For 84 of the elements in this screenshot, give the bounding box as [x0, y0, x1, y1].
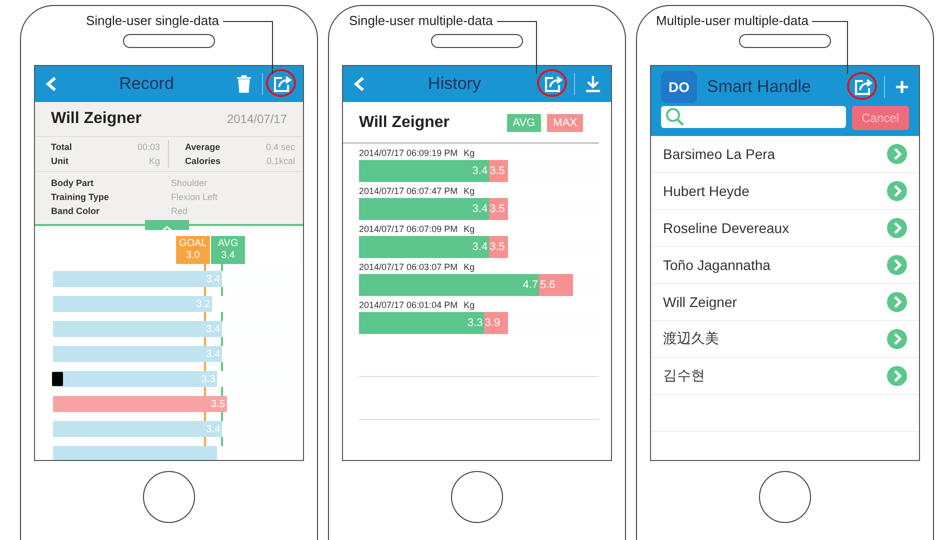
unit-label: Kg	[464, 224, 475, 234]
rep-bar: 3.4	[53, 346, 222, 362]
user-name: Will Zeigner	[359, 114, 450, 132]
legend-tag: AVG	[506, 114, 542, 132]
stat-value: 0.1kcal	[266, 156, 295, 166]
average-bar: 3.3	[359, 312, 484, 334]
session-time: 2014/07/17 06:07:09 PM	[359, 224, 458, 234]
user-row[interactable]: Barsimeo La Pera	[651, 136, 919, 173]
session-time: 2014/07/17 06:01:04 PM	[359, 300, 458, 310]
share-icon[interactable]	[544, 75, 564, 93]
unit-label: Kg	[464, 148, 475, 158]
user-row[interactable]: 渡辺久美	[651, 321, 919, 358]
trash-icon[interactable]	[236, 75, 252, 93]
average-bar: 3.4	[359, 160, 489, 182]
unit-label: Kg	[464, 300, 475, 310]
screen-title: History	[427, 74, 482, 94]
screen-title: Record	[118, 74, 175, 94]
leader-line	[496, 21, 537, 74]
search-field[interactable]	[661, 106, 846, 128]
stat-label: Unit	[51, 156, 68, 166]
marker-label: GOAL 3.0	[176, 236, 210, 264]
detail-value: Red	[171, 206, 189, 216]
unit-label: Kg	[464, 186, 475, 196]
marker-label: AVG 3.4	[211, 236, 246, 264]
home-button[interactable]	[143, 471, 195, 523]
chevron-circle-icon	[887, 255, 907, 275]
rep-bar: 3.4	[53, 321, 222, 337]
app-logo: DO	[661, 71, 697, 103]
average-bar: 3.4	[359, 236, 489, 258]
note-icon	[52, 372, 63, 386]
plus-icon[interactable]	[895, 80, 909, 94]
share-icon[interactable]	[854, 78, 874, 96]
back-icon[interactable]	[45, 76, 57, 92]
collapse-handle[interactable]	[145, 220, 189, 230]
share-icon[interactable]	[273, 75, 293, 93]
chevron-circle-icon	[887, 292, 907, 312]
max-bar: 3.5	[488, 236, 508, 258]
legend-tag: MAX	[547, 114, 583, 132]
leader-line	[812, 21, 848, 74]
max-bar: 3.9	[484, 312, 508, 334]
chevron-circle-icon	[887, 218, 907, 238]
session-time: 2014/07/17 06:07:47 PM	[359, 186, 458, 196]
rep-bar: 3.4	[53, 421, 222, 437]
unit-label: Kg	[464, 262, 475, 272]
rep-bar: 3.4	[53, 271, 222, 287]
user-row[interactable]: Will Zeigner	[651, 284, 919, 321]
chevron-circle-icon	[887, 329, 907, 349]
chevron-circle-icon	[887, 366, 907, 386]
session-time: 2014/07/17 06:03:07 PM	[359, 262, 458, 272]
max-bar: 3.5	[488, 198, 508, 220]
user-name: Will Zeigner	[51, 110, 142, 128]
detail-label: Body Part	[51, 178, 95, 188]
stat-value: 00:03	[137, 142, 160, 152]
search-icon	[665, 107, 685, 127]
record-date: 2014/07/17	[226, 112, 287, 126]
stat-label: Calories	[185, 156, 221, 166]
screen-title: Smart Handle	[707, 77, 812, 97]
stat-label: Total	[51, 142, 72, 152]
user-row[interactable]: Roseline Devereaux	[651, 210, 919, 247]
rep-bar: 3.2	[53, 296, 212, 312]
rep-bar: 3.5	[53, 396, 227, 412]
detail-value: Shoulder	[171, 178, 208, 188]
detail-label: Training Type	[51, 192, 110, 202]
download-icon[interactable]	[585, 75, 601, 93]
chevron-circle-icon	[887, 181, 907, 201]
user-row[interactable]: Toño Jagannatha	[651, 247, 919, 284]
leader-line	[222, 21, 273, 74]
stat-label: Average	[185, 142, 220, 152]
rep-bar: 3.3	[53, 371, 218, 387]
stat-value: Kg	[148, 156, 160, 166]
max-bar: 5.6	[539, 274, 573, 296]
session-time: 2014/07/17 06:09:19 PM	[359, 148, 458, 158]
stat-value: 0.4 sec	[266, 142, 295, 152]
detail-value: Flexion Left	[171, 192, 219, 202]
user-row[interactable]: Hubert Heyde	[651, 173, 919, 210]
average-bar: 3.4	[359, 198, 489, 220]
chevron-circle-icon	[887, 144, 907, 164]
max-bar: 3.5	[488, 160, 508, 182]
home-button[interactable]	[759, 471, 811, 523]
user-row[interactable]: 김수현	[651, 358, 919, 395]
home-button[interactable]	[451, 471, 503, 523]
detail-label: Band Color	[51, 206, 100, 216]
average-bar: 4.7	[359, 274, 539, 296]
back-icon[interactable]	[353, 76, 365, 92]
